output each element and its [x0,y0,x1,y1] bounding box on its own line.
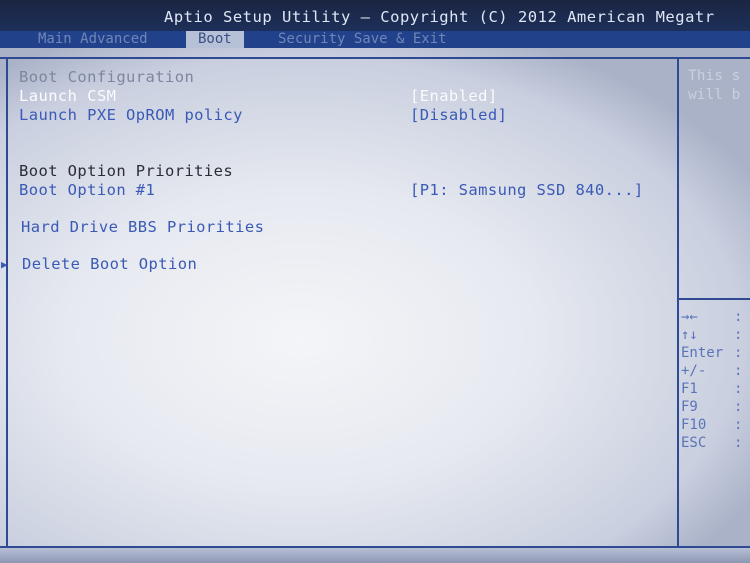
key-sep: : [734,399,743,415]
tab-main-advanced[interactable]: Main Advanced [38,31,148,48]
key-f10: F10 [681,417,707,433]
key-f1: F1 [681,381,698,397]
boot-option-1-value[interactable]: [P1: Samsung SSD 840...] [410,181,644,199]
main-panel [0,48,750,563]
launch-pxe-label[interactable]: Launch PXE OpROM policy [19,106,243,124]
help-keys-divider [679,298,750,300]
key-sep: : [734,363,743,379]
header-bar: Aptio Setup Utility – Copyright (C) 2012… [0,0,750,48]
launch-csm-value[interactable]: [Enabled] [410,87,498,105]
key-sep: : [734,381,743,397]
help-text-line-1: This s [688,68,741,84]
tab-boot[interactable]: Boot [186,31,244,48]
key-sep: : [734,345,743,361]
key-f9: F9 [681,399,698,415]
key-left-right-icon: →← [681,309,698,325]
section-boot-configuration: Boot Configuration [19,68,195,86]
boot-option-1-label[interactable]: Boot Option #1 [19,181,155,199]
tab-bar: Main Advanced Boot Security Save & Exit [0,31,750,48]
bios-title: Aptio Setup Utility – Copyright (C) 2012… [164,8,715,26]
key-sep: : [734,327,743,343]
key-sep: : [734,417,743,433]
key-sep: : [734,309,743,325]
launch-pxe-value[interactable]: [Disabled] [410,106,507,124]
bottom-edge [0,548,750,563]
frame-left-border [6,57,8,548]
key-enter: Enter [681,345,724,361]
key-plus-minus: +/- [681,363,707,379]
submenu-arrow-icon: ▶ [1,258,8,271]
launch-csm-label[interactable]: Launch CSM [19,87,116,105]
hard-drive-bbs-priorities[interactable]: Hard Drive BBS Priorities [21,218,264,236]
frame-top-border [0,57,750,59]
key-up-down-icon: ↑↓ [681,327,698,343]
delete-boot-option[interactable]: Delete Boot Option [22,255,197,273]
tab-security-save-exit[interactable]: Security Save & Exit [278,31,447,48]
section-boot-option-priorities: Boot Option Priorities [19,162,234,180]
key-sep: : [734,435,743,451]
help-panel-divider [677,57,679,548]
key-esc: ESC [681,435,707,451]
help-text-line-2: will b [688,87,741,103]
